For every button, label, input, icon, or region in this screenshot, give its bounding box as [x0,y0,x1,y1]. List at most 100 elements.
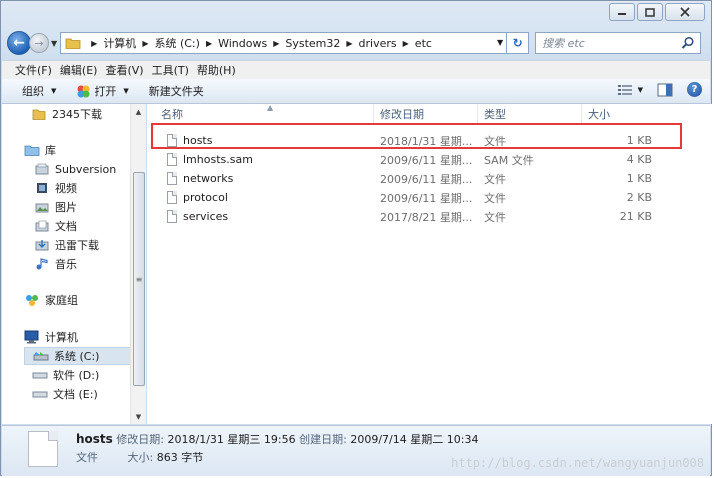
details-line-1: hosts 修改日期: 2018/1/31 星期三 19:56 创建日期: 20… [76,431,478,447]
file-icon [167,191,177,204]
table-row[interactable]: networks 2009/6/11 星期... 文件 1 KB [147,169,667,188]
column-header-size[interactable]: 大小 [582,104,652,124]
large-file-icon [28,431,58,467]
file-name: lmhosts.sam [183,153,253,166]
maximize-button[interactable] [637,3,663,21]
nav-item-drive-c[interactable]: 系统 (C:) [24,347,146,365]
computer-icon [24,330,40,344]
file-type: 文件 [484,172,506,186]
chevron-down-icon: ▼ [123,87,129,95]
nav-item-subversion[interactable]: Subversion [34,160,116,178]
nav-item-music[interactable]: 音乐 [34,255,77,273]
breadcrumb-arrow-icon[interactable]: ▶ [273,39,279,48]
breadcrumb-arrow-icon[interactable]: ▶ [206,39,212,48]
menu-view[interactable]: 查看(V) [105,62,151,78]
file-icon [167,172,177,185]
nav-item-drive-e[interactable]: 文档 (E:) [32,385,98,403]
nav-item-pictures[interactable]: 图片 [34,198,77,216]
file-icon [167,134,177,147]
menu-file[interactable]: 文件(F) [2,62,60,78]
table-row[interactable]: protocol 2009/6/11 星期... 文件 2 KB [147,188,667,207]
nav-item-label: 系统 (C:) [54,350,100,363]
breadcrumb-arrow-icon[interactable]: ▶ [403,39,409,48]
nav-item-label: 图片 [55,201,77,214]
help-icon[interactable]: ? [687,82,702,97]
back-button[interactable]: ← [7,31,31,55]
breadcrumb-item[interactable]: 计算机 [103,35,136,51]
chevron-down-icon: ▼ [637,85,643,94]
preview-pane-icon[interactable] [657,83,673,97]
column-header-date[interactable]: 修改日期 [374,104,478,124]
menu-help[interactable]: 帮助(H) [197,62,244,78]
nav-item-homegroup[interactable]: 家庭组 [24,291,78,309]
nav-item-libraries[interactable]: 库 [24,141,56,159]
video-icon [34,181,50,195]
minimize-button[interactable] [609,3,635,21]
nav-item-label: 迅雷下载 [55,239,99,252]
close-button[interactable] [665,3,705,21]
breadcrumb-arrow-icon[interactable]: ▶ [142,39,148,48]
breadcrumb-arrow-icon[interactable]: ▶ [91,39,97,48]
open-button[interactable]: 打开 ▼ [64,83,136,99]
scroll-down-icon[interactable]: ▼ [131,409,146,424]
file-type: 文件 [484,134,506,148]
nav-item-videos[interactable]: 视频 [34,179,77,197]
table-row[interactable]: services 2017/8/21 星期... 文件 21 KB [147,207,667,226]
column-header-name[interactable]: 名称 ▲ [147,103,374,124]
address-bar[interactable]: ▶ 计算机 ▶ 系统 (C:) ▶ Windows ▶ System32 ▶ d… [60,32,508,54]
breadcrumb-item[interactable]: Windows [218,37,267,50]
table-row[interactable]: lmhosts.sam 2009/6/11 星期... SAM 文件 4 KB [147,150,667,169]
refresh-button[interactable]: ↻ [507,32,530,54]
recent-pages-dropdown[interactable]: ▼ [51,39,57,48]
breadcrumb-item[interactable]: etc [415,37,432,50]
nav-item-label: 软件 (D:) [53,369,100,382]
scroll-up-icon[interactable]: ▲ [131,104,146,119]
menu-edit[interactable]: 编辑(E) [60,62,106,78]
download-icon [34,238,50,252]
close-icon [680,7,690,17]
menu-bar: 文件(F) 编辑(E) 查看(V) 工具(T) 帮助(H) [2,60,710,80]
nav-item-drive-d[interactable]: 软件 (D:) [32,366,99,384]
menu-tools[interactable]: 工具(T) [152,62,197,78]
breadcrumb-item[interactable]: 系统 (C:) [154,35,199,51]
document-icon [34,219,50,233]
table-row[interactable]: hosts 2018/1/31 星期... 文件 1 KB [147,131,667,150]
breadcrumb-item[interactable]: System32 [285,37,340,50]
details-file-name: hosts [76,432,113,446]
organize-button[interactable]: 组织 ▼ [2,83,64,99]
minimize-icon [618,13,626,15]
file-name: services [183,210,229,223]
file-date: 2018/1/31 星期... [380,134,473,148]
address-dropdown-icon[interactable]: ▼ [497,38,503,47]
homegroup-icon [24,293,40,307]
nav-item-documents[interactable]: 文档 [34,217,77,235]
breadcrumb-arrow-icon[interactable]: ▶ [346,39,352,48]
file-date: 2009/6/11 星期... [380,153,473,167]
open-label: 打开 [94,85,117,98]
navigation-scrollbar[interactable]: ▲ ≡ ▼ [130,104,146,424]
maximize-icon [645,7,655,17]
scroll-thumb[interactable]: ≡ [133,172,145,386]
nav-item-label: 库 [45,144,56,157]
svn-icon [34,162,50,176]
view-details-icon [617,84,632,95]
column-header-label: 类型 [484,108,506,121]
nav-item-computer[interactable]: 计算机 [24,328,78,346]
details-created-label: 创建日期: [299,433,347,446]
sort-ascending-icon: ▲ [267,103,274,112]
change-view-button[interactable]: ▼ [617,84,643,96]
details-modified-label: 修改日期: [116,433,165,446]
file-date: 2009/6/11 星期... [380,172,473,186]
file-type: 文件 [484,210,506,224]
new-folder-button[interactable]: 新建文件夹 [137,83,212,99]
column-header-type[interactable]: 类型 [478,104,582,124]
folder-icon [31,107,47,121]
explorer-window: ← → ▼ ▶ 计算机 ▶ 系统 (C:) ▶ Windows ▶ System… [0,0,712,476]
picture-icon [34,200,50,214]
nav-item-thunder-downloads[interactable]: 迅雷下载 [34,236,99,254]
nav-item-label: 2345下载 [52,108,102,121]
search-input[interactable]: 搜索 etc [535,32,702,54]
forward-button[interactable]: → [29,33,49,53]
breadcrumb-item[interactable]: drivers [359,37,397,50]
nav-item-2345-downloads[interactable]: 2345下载 [31,105,102,123]
